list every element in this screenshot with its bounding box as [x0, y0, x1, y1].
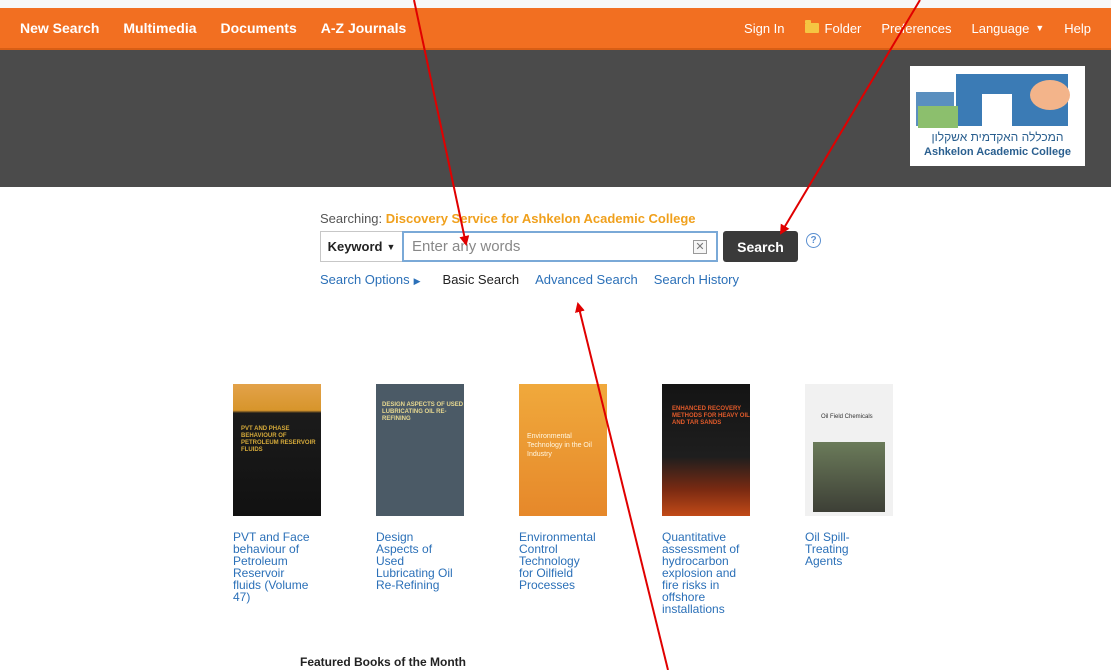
annotation-arrow-to-advanced-search — [575, 302, 669, 670]
annotation-arrow-to-search-button — [779, 0, 921, 235]
page: New Search Multimedia Documents A-Z Jour… — [0, 0, 1111, 670]
annotation-arrows — [413, 0, 921, 670]
annotation-arrow-to-input — [413, 0, 470, 246]
